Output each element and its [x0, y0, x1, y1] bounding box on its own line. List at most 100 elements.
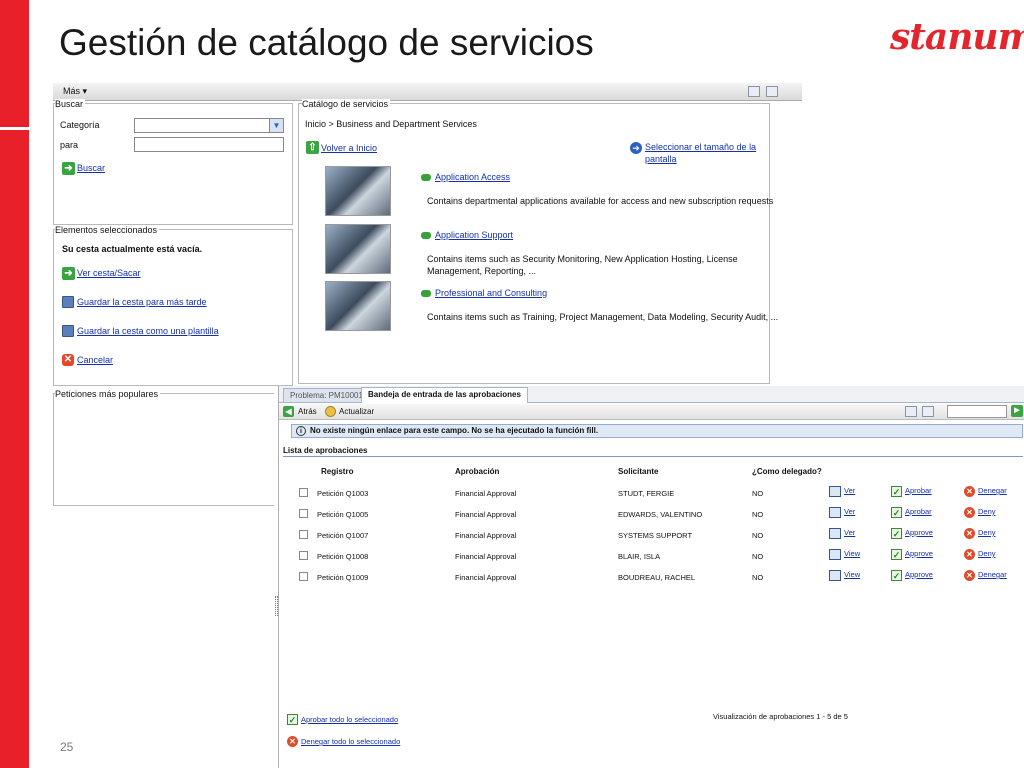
approve-all-icon[interactable]: ✓ — [287, 714, 298, 725]
col-delegado: ¿Como delegado? — [752, 467, 822, 476]
splitter-handle[interactable] — [275, 596, 278, 616]
approve-icon[interactable]: ✓ — [891, 549, 902, 560]
application-support-desc-1: Contains items such as Security Monitori… — [427, 254, 738, 264]
home-arrow-icon[interactable]: ⇧ — [306, 141, 319, 154]
more-menu[interactable]: Más ▾ — [63, 86, 87, 97]
catalog-breadcrumb: Inicio > Business and Department Service… — [305, 119, 477, 129]
deny-icon[interactable]: ✕ — [964, 549, 975, 560]
search-legend: Buscar — [55, 99, 86, 109]
cancel-icon[interactable]: ✕ — [62, 354, 74, 366]
info-message: No existe ningún enlace para este campo.… — [310, 426, 599, 435]
professional-consulting-link[interactable]: Professional and Consulting — [435, 288, 547, 298]
table-row: Petición Q1008 Financial Approval BLAIR,… — [279, 549, 1024, 569]
col-solicitante: Solicitante — [618, 467, 659, 476]
view-basket-icon[interactable]: ➜ — [62, 267, 75, 280]
save-template-icon[interactable] — [62, 325, 74, 337]
view-link[interactable]: View — [844, 570, 860, 579]
view-basket-link[interactable]: Ver cesta/Sacar — [77, 268, 141, 278]
bullet-icon — [421, 232, 431, 239]
deny-link[interactable]: Denegar — [978, 486, 1007, 495]
row-checkbox[interactable] — [299, 572, 308, 581]
save-template-link[interactable]: Guardar la cesta como una plantilla — [77, 326, 219, 336]
search-link[interactable]: Buscar — [77, 163, 105, 173]
approve-icon[interactable]: ✓ — [891, 570, 902, 581]
red-bar-notch — [0, 127, 29, 130]
print-icon[interactable] — [748, 86, 760, 97]
screen-size-link-line1[interactable]: Seleccionar el tamaño de la — [645, 142, 756, 152]
print-icon[interactable] — [905, 406, 917, 417]
deny-all-icon[interactable]: ✕ — [287, 736, 298, 747]
approve-link[interactable]: Approve — [905, 528, 933, 537]
catalog-legend: Catálogo de servicios — [302, 99, 391, 109]
cancel-link[interactable]: Cancelar — [77, 355, 113, 365]
col-aprobacion: Aprobación — [455, 467, 500, 476]
approve-link[interactable]: Approve — [905, 549, 933, 558]
save-later-icon[interactable] — [62, 296, 74, 308]
deny-all-link[interactable]: Denegar todo lo seleccionado — [301, 737, 400, 746]
row-delegado: NO — [752, 573, 764, 582]
category-select[interactable]: ▼ — [134, 118, 284, 133]
view-icon[interactable] — [829, 570, 841, 581]
row-checkbox[interactable] — [299, 530, 308, 539]
row-solicitante: EDWARDS, VALENTINO — [618, 510, 703, 519]
search-arrow-icon[interactable]: ➜ — [62, 162, 75, 175]
col-registro: Registro — [321, 467, 354, 476]
list-title: Lista de aprobaciones — [283, 446, 368, 455]
selected-legend: Elementos seleccionados — [55, 225, 160, 235]
application-support-link[interactable]: Application Support — [435, 230, 513, 240]
bullet-icon — [421, 290, 431, 297]
approve-all-link[interactable]: Aprobar todo lo seleccionado — [301, 715, 398, 724]
deny-icon[interactable]: ✕ — [964, 570, 975, 581]
view-icon[interactable] — [829, 528, 841, 539]
bullet-icon — [421, 174, 431, 181]
view-icon[interactable] — [829, 486, 841, 497]
back-button[interactable]: Atrás — [298, 407, 317, 416]
approvals-window: Problema: PM10001 Bandeja de entrada de … — [278, 386, 1024, 768]
approvals-toolbar: ◀ Atrás Actualizar ▶ — [279, 404, 1024, 420]
deny-link[interactable]: Deny — [978, 507, 996, 516]
list-icon[interactable] — [766, 86, 778, 97]
refresh-icon[interactable] — [325, 406, 336, 417]
save-later-link[interactable]: Guardar la cesta para más tarde — [77, 297, 207, 307]
screen-size-arrow-icon[interactable]: ➜ — [630, 142, 642, 154]
info-icon: i — [296, 426, 306, 436]
empty-basket-message: Su cesta actualmente está vacía. — [62, 244, 203, 254]
toolbar-search-input[interactable] — [947, 405, 1007, 418]
approve-link[interactable]: Approve — [905, 570, 933, 579]
view-icon[interactable] — [829, 549, 841, 560]
for-input[interactable] — [134, 137, 284, 152]
deny-link[interactable]: Denegar — [978, 570, 1007, 579]
category-label: Categoría — [60, 120, 100, 130]
go-arrow-icon[interactable]: ▶ — [1011, 405, 1023, 417]
approve-link[interactable]: Aprobar — [905, 486, 932, 495]
tab-problem[interactable]: Problema: PM10001 — [283, 388, 370, 402]
list-title-divider — [283, 456, 1023, 457]
row-checkbox[interactable] — [299, 551, 308, 560]
row-checkbox[interactable] — [299, 509, 308, 518]
deny-link[interactable]: Deny — [978, 528, 996, 537]
tab-approvals-inbox[interactable]: Bandeja de entrada de las aprobaciones — [361, 387, 528, 403]
back-home-link[interactable]: Volver a Inicio — [321, 143, 377, 153]
row-checkbox[interactable] — [299, 488, 308, 497]
screen-size-link-line2[interactable]: pantalla — [645, 154, 677, 164]
deny-icon[interactable]: ✕ — [964, 528, 975, 539]
deny-icon[interactable]: ✕ — [964, 486, 975, 497]
approve-icon[interactable]: ✓ — [891, 486, 902, 497]
approve-icon[interactable]: ✓ — [891, 507, 902, 518]
view-icon[interactable] — [829, 507, 841, 518]
view-link[interactable]: View — [844, 549, 860, 558]
approve-icon[interactable]: ✓ — [891, 528, 902, 539]
table-row: Petición Q1003 Financial Approval STUDT,… — [279, 486, 1024, 506]
view-link[interactable]: Ver — [844, 486, 855, 495]
row-aprobacion: Financial Approval — [455, 573, 517, 582]
view-link[interactable]: Ver — [844, 507, 855, 516]
approve-link[interactable]: Aprobar — [905, 507, 932, 516]
chevron-down-icon[interactable]: ▼ — [269, 119, 283, 132]
view-link[interactable]: Ver — [844, 528, 855, 537]
list-icon[interactable] — [922, 406, 934, 417]
deny-link[interactable]: Deny — [978, 549, 996, 558]
application-access-link[interactable]: Application Access — [435, 172, 510, 182]
back-icon[interactable]: ◀ — [283, 406, 294, 417]
refresh-button[interactable]: Actualizar — [339, 407, 374, 416]
deny-icon[interactable]: ✕ — [964, 507, 975, 518]
